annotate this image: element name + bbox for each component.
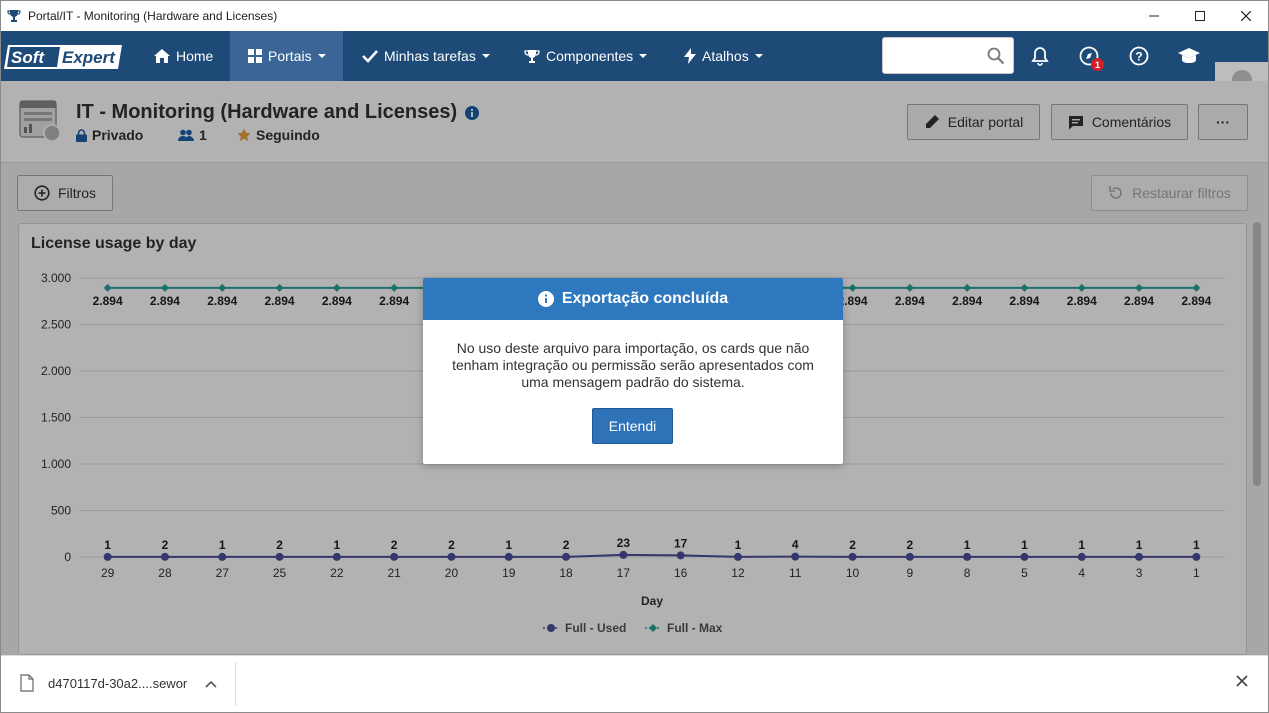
graduation-cap-icon[interactable] — [1177, 44, 1201, 68]
svg-text:Soft: Soft — [11, 48, 45, 67]
nav-atalhos[interactable]: Atalhos — [684, 31, 784, 81]
understood-button[interactable]: Entendi — [592, 408, 673, 444]
nav-portais[interactable]: Portais — [230, 31, 343, 81]
search-box[interactable] — [882, 37, 1014, 74]
download-filename[interactable]: d470117d-30a2....sewor — [48, 676, 187, 691]
notification-badge: 1 — [1091, 58, 1104, 71]
home-icon — [154, 49, 170, 63]
file-icon — [20, 674, 34, 697]
svg-text:?: ? — [1135, 50, 1142, 64]
maximize-button[interactable] — [1177, 0, 1223, 31]
download-bar: d470117d-30a2....sewor — [0, 655, 1269, 713]
export-complete-dialog: Exportação concluída No uso deste arquiv… — [423, 278, 843, 464]
dialog-title: Exportação concluída — [561, 290, 729, 307]
dialog-message: No uso deste arquivo para importação, os… — [452, 340, 814, 390]
check-icon — [362, 49, 378, 63]
divider — [235, 662, 236, 706]
svg-text:Expert: Expert — [62, 48, 116, 67]
help-icon[interactable]: ? — [1127, 44, 1151, 68]
minimize-icon — [1149, 15, 1159, 16]
dialog-header: Exportação concluída — [423, 278, 843, 320]
chevron-down-icon — [754, 54, 763, 58]
search-input[interactable] — [889, 46, 985, 66]
nav-minhas-tarefas[interactable]: Minhas tarefas — [362, 31, 502, 81]
trophy-icon — [6, 8, 22, 24]
window-titlebar: Portal/IT - Monitoring (Hardware and Lic… — [0, 0, 1269, 31]
minimize-button[interactable] — [1131, 0, 1177, 31]
window-title: Portal/IT - Monitoring (Hardware and Lic… — [28, 8, 278, 23]
info-icon — [537, 291, 554, 307]
grid-icon — [248, 49, 262, 63]
chevron-up-icon[interactable] — [205, 676, 217, 694]
close-icon — [1241, 10, 1251, 21]
bell-icon[interactable] — [1028, 44, 1052, 68]
bolt-icon — [684, 48, 696, 64]
softexpert-logo[interactable]: Soft Expert — [4, 43, 126, 71]
nav-home[interactable]: Home — [140, 31, 230, 81]
close-window-button[interactable] — [1223, 0, 1269, 31]
close-icon[interactable] — [1236, 674, 1248, 692]
top-navbar: Soft Expert Home Portais Minhas tarefas … — [0, 31, 1269, 112]
search-icon[interactable] — [987, 47, 1005, 70]
chevron-down-icon — [317, 54, 326, 58]
nav-componentes[interactable]: Componentes — [524, 31, 664, 81]
maximize-icon — [1195, 10, 1205, 21]
trophy-icon — [524, 49, 540, 64]
chevron-down-icon — [481, 54, 490, 58]
chevron-down-icon — [639, 54, 648, 58]
